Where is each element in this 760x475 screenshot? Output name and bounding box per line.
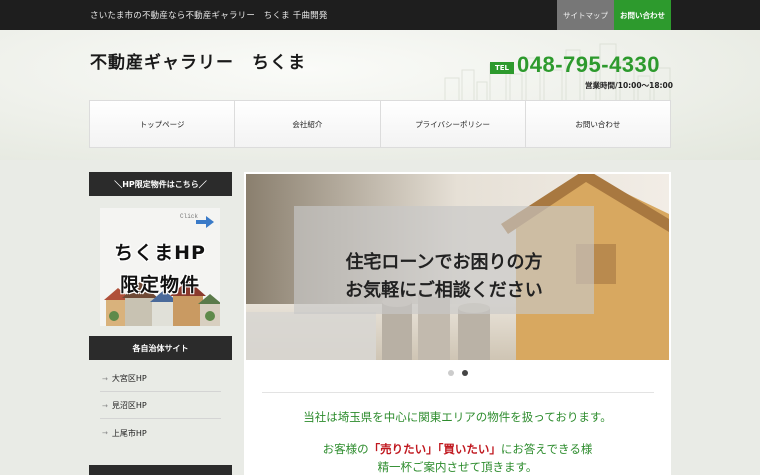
slide-caption-line2: お気軽にご相談ください (345, 280, 543, 301)
nav-item-privacy[interactable]: プライバシーポリシー (380, 101, 526, 147)
municipal-sites-heading: 各自治体サイト (89, 336, 232, 360)
phone-number[interactable]: 048-795-4330 (517, 52, 660, 78)
global-nav: トップページ 会社紹介 プライバシーポリシー お問い合わせ (89, 100, 671, 148)
divider (262, 392, 654, 393)
arrow-right-icon: → (102, 374, 108, 383)
slider-dot-1[interactable] (448, 370, 454, 376)
sidebar-link-label: 上尾市HP (111, 428, 147, 438)
sidebar-link-ageo[interactable]: → 上尾市HP (100, 420, 221, 446)
click-label: Click (180, 213, 199, 220)
hp-limited-banner[interactable]: Click ちくまHP 限定物件 (100, 208, 220, 326)
houses-illustration (100, 208, 220, 326)
intro-text-line1: 当社は埼玉県を中心に関東エリアの物件を扱っております。 (303, 410, 612, 424)
arrow-right-icon: → (102, 429, 108, 437)
banner-text-line1: ちくまHP (114, 242, 206, 264)
intro-line2-post: にお答えできる様 (500, 442, 593, 456)
nav-item-company[interactable]: 会社紹介 (235, 101, 381, 147)
slider-pagination (444, 370, 474, 378)
intro-sell-highlight: 「売りたい」 (368, 442, 438, 456)
slider-dot-2-active[interactable] (462, 370, 468, 376)
slide-caption-line1: 住宅ローンでお困りの方 (345, 252, 543, 273)
sidebar-link-omiya[interactable]: → 大宮区HP (100, 366, 221, 392)
sidebar-link-label: 見沼区HP (111, 401, 147, 410)
site-tagline: さいたま市の不動産なら不動産ギャラリー ちくま 千曲開発 (90, 11, 328, 21)
nav-item-contact[interactable]: お問い合わせ (525, 101, 670, 147)
hp-limited-heading: ＼HP限定物件はこちら／ (89, 172, 232, 196)
sidebar-link-minuma[interactable]: → 見沼区HP (100, 393, 221, 419)
site-title[interactable]: 不動産ギャラリー ちくま (90, 48, 306, 73)
contact-button-top[interactable]: お問い合わせ (614, 0, 671, 30)
business-hours: 営業時間/10:00～18:00 (585, 81, 673, 90)
slide-caption-box: 住宅ローンでお困りの方 お気軽にご相談ください (294, 206, 594, 314)
intro-text-line3: 精一杯ご案内させて頂きます。 (377, 460, 538, 474)
sidebar-link-label: 大宮区HP (111, 374, 147, 383)
hero-slider[interactable]: 住宅ローンでお困りの方 お気軽にご相談ください (246, 174, 669, 360)
nav-item-top[interactable]: トップページ (90, 101, 236, 147)
intro-buy-highlight: 「買いたい」 (437, 442, 501, 456)
intro-line2-pre: お客様の (322, 442, 369, 456)
top-bar: さいたま市の不動産なら不動産ギャラリー ちくま 千曲開発 サイトマップ お問い合… (0, 0, 760, 30)
banner-text-line2: 限定物件 (119, 274, 200, 296)
intro-text-line2: お客様の「売りたい」「買いたい」にお答えできる様 (244, 441, 671, 457)
sitemap-button[interactable]: サイトマップ (557, 0, 614, 30)
arrow-right-icon: → (102, 401, 108, 410)
tel-badge: TEL (490, 62, 514, 74)
sidebar-section-heading (89, 465, 232, 475)
